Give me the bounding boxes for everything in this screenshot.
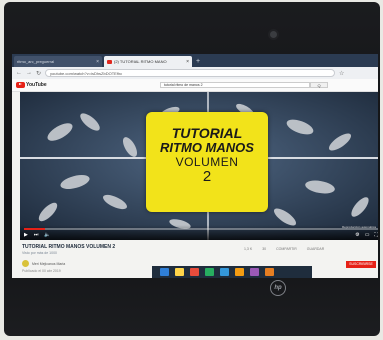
tab-label: (2) TUTORIAL RITMO MANO: [114, 59, 167, 64]
close-icon[interactable]: ×: [96, 59, 99, 65]
taskbar-app-icon[interactable]: [160, 268, 169, 276]
youtube-play-icon: [16, 82, 25, 88]
save-button[interactable]: GUARDAR: [307, 247, 325, 251]
tab-label: ritmo_arc_preguerral: [17, 59, 55, 64]
browser-tab-2[interactable]: (2) TUTORIAL RITMO MANO ×: [104, 56, 192, 67]
taskbar-app-icon[interactable]: [250, 268, 259, 276]
youtube-favicon-icon: [107, 59, 112, 64]
new-tab-button[interactable]: +: [196, 58, 200, 65]
close-icon[interactable]: ×: [186, 59, 189, 65]
fullscreen-icon[interactable]: ⛶: [374, 232, 378, 238]
windows-taskbar: [152, 266, 312, 278]
browser-toolbar: ← → ↻ youtube.com/watch?v=isDhsZbDOTEfhc…: [12, 67, 378, 79]
laptop: ritmo_arc_preguerral × (2) TUTORIAL RITM…: [4, 2, 380, 336]
card-line-2: RITMO MANOS: [160, 140, 254, 155]
channel-row: Meri Mejicanos Maria: [22, 260, 65, 267]
video-views: Visto por más de 1000: [22, 251, 57, 255]
taskbar-app-icon[interactable]: [175, 268, 184, 276]
address-text: youtube.com/watch?v=isDhsZbDOTEfhc: [50, 70, 123, 76]
search-value: tutorial ritmo de manos 2: [164, 83, 203, 87]
video-player[interactable]: TUTORIAL RITMO MANOS VOLUMEN 2 Reproducc…: [20, 92, 378, 240]
card-line-1: TUTORIAL: [171, 125, 243, 141]
hp-logo: hp: [270, 280, 286, 296]
settings-icon[interactable]: ⚙: [355, 232, 359, 238]
channel-name[interactable]: Meri Mejicanos Maria: [32, 262, 65, 266]
reload-icon[interactable]: ↻: [36, 70, 41, 77]
taskbar-app-icon[interactable]: [205, 268, 214, 276]
theater-icon[interactable]: ▭: [365, 232, 370, 238]
volume-icon[interactable]: 🔈: [44, 232, 50, 238]
subscribe-button[interactable]: SUSCRIBIRSE: [346, 261, 376, 268]
publish-date: Publicado el 00 abr 2019: [22, 269, 61, 273]
youtube-logo-text: YouTube: [26, 82, 47, 88]
browser-tab-bar: ritmo_arc_preguerral × (2) TUTORIAL RITM…: [12, 54, 378, 67]
screen: ritmo_arc_preguerral × (2) TUTORIAL RITM…: [12, 54, 378, 278]
title-card: TUTORIAL RITMO MANOS VOLUMEN 2: [146, 112, 268, 212]
forward-icon[interactable]: →: [26, 70, 32, 76]
progress-bar[interactable]: [24, 228, 378, 230]
search-input[interactable]: tutorial ritmo de manos 2: [160, 82, 310, 88]
browser-tab-1[interactable]: ritmo_arc_preguerral ×: [14, 56, 102, 67]
avatar[interactable]: [22, 260, 29, 267]
play-icon[interactable]: ▶: [24, 232, 28, 238]
address-bar[interactable]: youtube.com/watch?v=isDhsZbDOTEfhc: [45, 69, 336, 77]
webcam: [270, 31, 277, 38]
search-button[interactable]: Q: [310, 82, 328, 88]
video-title: TUTORIAL RITMO MANOS VOLUMEN 2: [22, 244, 116, 250]
youtube-header: YouTube tutorial ritmo de manos 2 Q: [12, 79, 378, 92]
star-icon[interactable]: ☆: [339, 70, 344, 77]
youtube-logo[interactable]: YouTube: [16, 82, 47, 88]
dislike-button[interactable]: 30: [262, 247, 266, 251]
card-line-3: VOLUMEN: [175, 155, 239, 169]
like-button[interactable]: 1,3 K: [244, 247, 252, 251]
card-line-4: 2: [202, 168, 212, 185]
taskbar-app-icon[interactable]: [220, 268, 229, 276]
taskbar-app-icon[interactable]: [265, 268, 274, 276]
share-button[interactable]: COMPARTIR: [276, 247, 297, 251]
taskbar-app-icon[interactable]: [190, 268, 199, 276]
taskbar-app-icon[interactable]: [235, 268, 244, 276]
player-controls: Reproducción automática ▶ ⏭ 🔈 ⚙ ▭ ⛶: [20, 225, 378, 240]
progress-fill: [24, 228, 46, 230]
back-icon[interactable]: ←: [16, 70, 22, 76]
video-actions: 1,3 K 30 COMPARTIR GUARDAR: [244, 247, 324, 251]
next-icon[interactable]: ⏭: [34, 232, 39, 238]
